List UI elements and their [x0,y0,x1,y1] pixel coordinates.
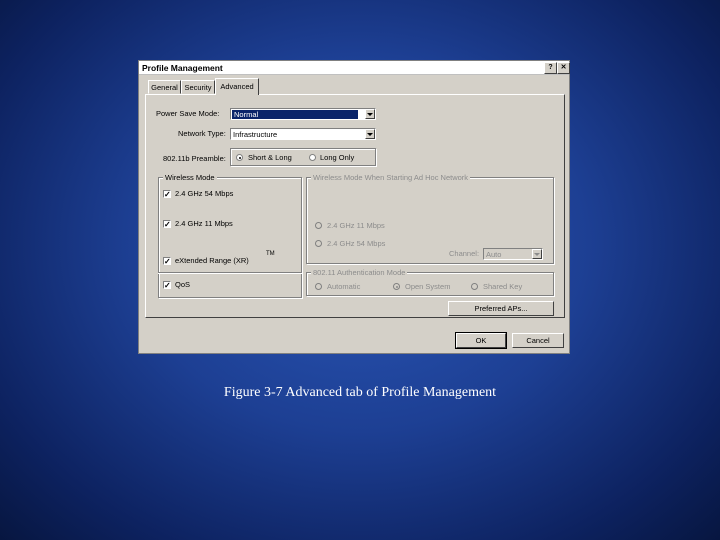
channel-label: Channel: [449,249,480,258]
preamble-long-only-label: Long Only [320,153,355,162]
auth-shared-key-radio[interactable] [471,283,478,290]
tab-advanced[interactable]: Advanced [215,78,259,95]
adhoc-54mbps-radio[interactable] [315,240,322,247]
power-save-mode-label: Power Save Mode: [156,109,220,118]
chevron-down-icon[interactable] [365,109,375,119]
wireless-mode-title: Wireless Mode [163,173,217,182]
chevron-down-icon[interactable] [365,129,375,139]
help-button[interactable]: ? [544,62,557,74]
xr-checkbox[interactable]: ✓ [163,257,171,266]
adhoc-mode-group: Wireless Mode When Starting Ad Hoc Netwo… [306,173,554,264]
power-save-mode-select[interactable]: Normal [230,108,376,120]
auth-open-system-label: Open System [405,282,451,291]
advanced-tab-panel: Power Save Mode: Normal Network Type: In… [145,94,565,318]
network-type-value: Infrastructure [233,130,278,139]
channel-select[interactable]: Auto [483,248,543,260]
figure-caption: Figure 3-7 Advanced tab of Profile Manag… [223,385,497,400]
xr-label: eXtended Range (XR) [175,256,249,265]
mode-11mbps-label: 2.4 GHz 11 Mbps [175,219,233,228]
tab-general[interactable]: General [148,80,181,94]
preamble-label: 802.11b Preamble: [163,154,226,163]
preferred-aps-button[interactable]: Preferred APs... [448,301,554,316]
adhoc-54mbps-label: 2.4 GHz 54 Mbps [327,239,386,248]
cancel-button[interactable]: Cancel [512,333,564,348]
auth-automatic-radio[interactable] [315,283,322,290]
mode-54mbps-checkbox[interactable]: ✓ [163,190,171,199]
ok-button[interactable]: OK [455,332,507,349]
channel-value: Auto [486,250,502,259]
preamble-long-only-radio[interactable] [309,154,316,161]
adhoc-11mbps-radio[interactable] [315,222,322,229]
auth-open-system-radio[interactable] [393,283,400,290]
auth-shared-key-label: Shared Key [483,282,523,291]
auth-mode-group: 802.11 Authentication Mode Automatic Ope… [306,268,554,296]
dialog-title: Profile Management [142,63,223,73]
qos-label: QoS [175,280,191,289]
auth-mode-title: 802.11 Authentication Mode [311,268,408,277]
network-type-select[interactable]: Infrastructure [230,128,376,140]
auth-automatic-label: Automatic [327,282,361,291]
power-save-mode-value: Normal [232,110,358,119]
chevron-down-icon[interactable] [532,249,542,259]
network-type-label: Network Type: [178,129,226,138]
adhoc-mode-title: Wireless Mode When Starting Ad Hoc Netwo… [311,173,471,182]
preamble-group: Short & Long Long Only [230,148,376,166]
title-bar: Profile Management ? ✕ [139,61,570,75]
mode-54mbps-label: 2.4 GHz 54 Mbps [175,189,234,198]
preamble-short-long-label: Short & Long [248,153,292,162]
qos-checkbox[interactable]: ✓ [163,281,171,290]
close-button[interactable]: ✕ [557,62,570,74]
adhoc-11mbps-label: 2.4 GHz 11 Mbps [327,221,385,230]
mode-11mbps-checkbox[interactable]: ✓ [163,220,171,229]
tab-security[interactable]: Security [181,80,215,94]
wireless-mode-group: Wireless Mode ✓ 2.4 GHz 54 Mbps ✓ 2.4 GH… [158,173,302,298]
profile-management-dialog: Profile Management ? ✕ General Security … [138,60,570,354]
wireless-mode-divider [158,272,302,274]
preamble-short-long-radio[interactable] [236,154,243,161]
xr-trademark: TM [266,251,275,257]
